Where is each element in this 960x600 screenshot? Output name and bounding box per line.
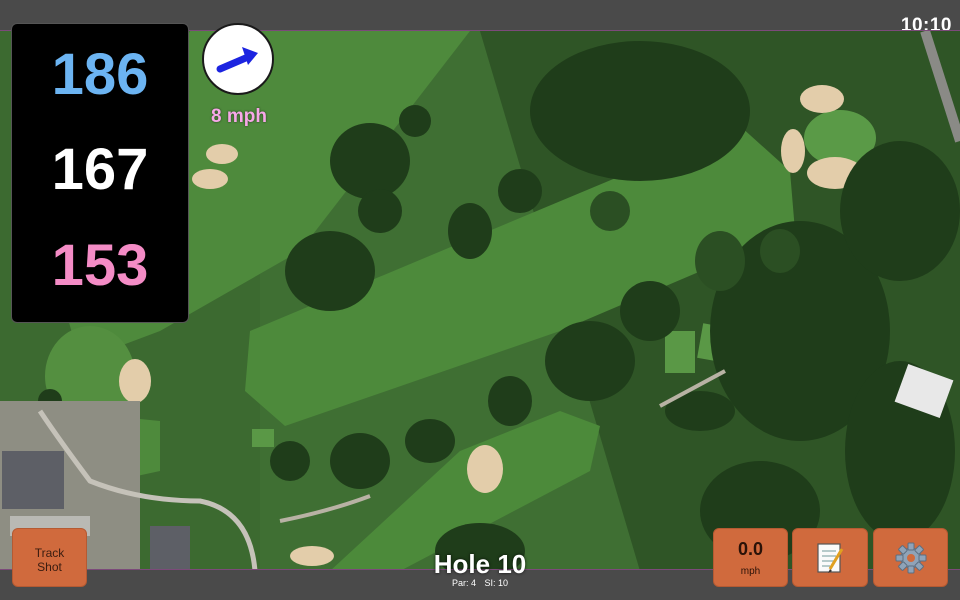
- hole-par: Par: 4: [451, 578, 476, 588]
- wind-speed-label: 8 mph: [211, 106, 267, 127]
- back-yardage: 186: [51, 42, 149, 107]
- yardage-panel: 186 167 153: [11, 23, 189, 323]
- speed-button[interactable]: 0.0 mph: [713, 528, 788, 587]
- notepad-icon: [817, 542, 844, 573]
- hole-title: Hole 10: [433, 549, 527, 579]
- settings-button[interactable]: [873, 528, 948, 587]
- wind-indicator: [202, 23, 274, 95]
- speed-unit: mph: [740, 566, 761, 577]
- track-shot-button[interactable]: Track Shot: [12, 528, 87, 587]
- front-yardage: 153: [51, 233, 149, 298]
- track-shot-label-line1: Track: [34, 546, 65, 560]
- notes-button[interactable]: [792, 528, 868, 587]
- track-shot-label-line2: Shot: [37, 560, 62, 574]
- speed-value: 0.0: [737, 539, 764, 559]
- hole-info: Par: 4 SI: 10: [380, 578, 580, 588]
- middle-yardage: 167: [51, 137, 149, 202]
- gear-icon: [895, 542, 926, 573]
- hole-stroke-index: SI: 10: [484, 578, 509, 588]
- arrow-right-up-icon: [216, 47, 258, 73]
